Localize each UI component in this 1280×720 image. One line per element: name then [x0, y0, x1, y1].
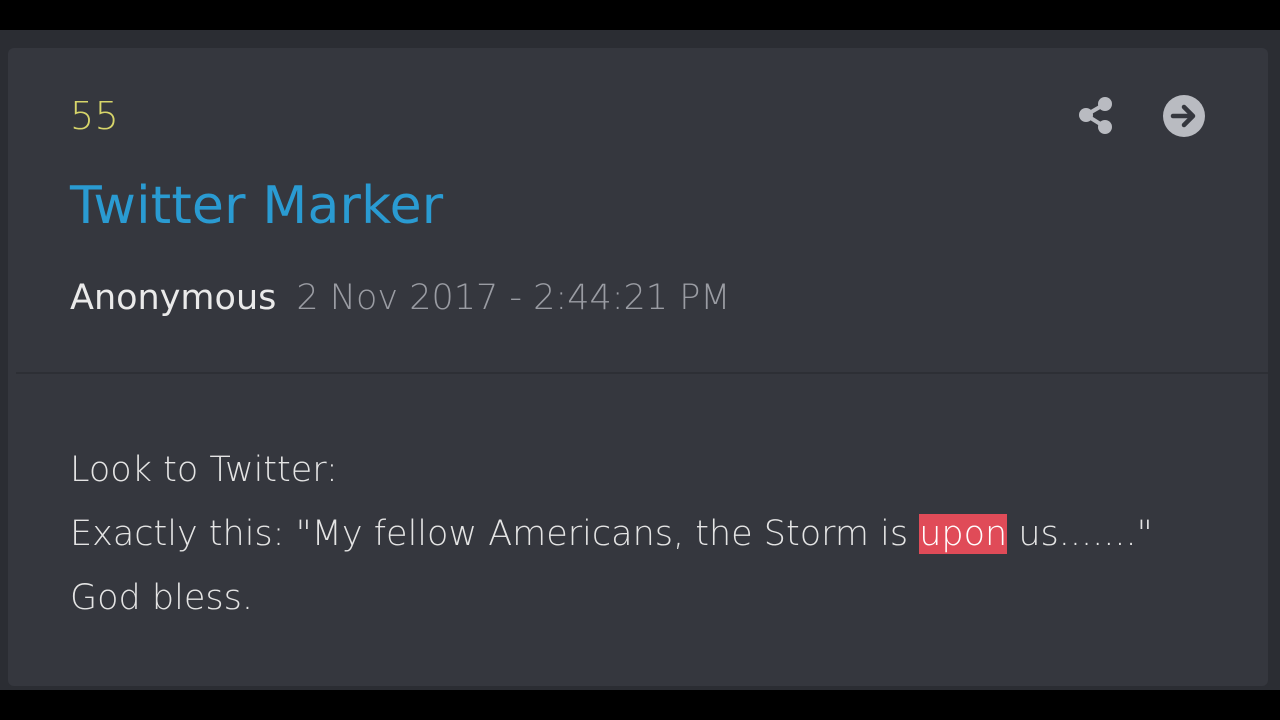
body-text-segment: us......." — [1007, 514, 1153, 554]
post-author: Anonymous — [70, 278, 277, 318]
body-line: God bless. — [70, 578, 253, 618]
share-button[interactable] — [1072, 92, 1120, 140]
post-timestamp: 2 Nov 2017 - 2:44:21 PM — [296, 278, 731, 318]
body-line: Exactly this: "My fellow Americans, the … — [70, 502, 1153, 566]
search-highlight: upon — [919, 514, 1008, 554]
screen: 55 Twitter Marker Anonymous 2 Nov 2017 - … — [0, 0, 1280, 720]
body-line: Look to Twitter: — [70, 450, 338, 490]
share-icon — [1079, 97, 1112, 134]
arrow-right-circle-icon — [1163, 95, 1205, 137]
open-post-button[interactable] — [1160, 92, 1208, 140]
post-title[interactable]: Twitter Marker — [70, 176, 443, 236]
divider — [16, 372, 1268, 374]
post-meta: Anonymous 2 Nov 2017 - 2:44:21 PM — [70, 278, 731, 318]
post-number: 55 — [70, 94, 120, 138]
post-card: 55 Twitter Marker Anonymous 2 Nov 2017 - … — [8, 48, 1268, 686]
post-body: Look to Twitter: Exactly this: "My fello… — [70, 438, 1153, 630]
body-text-segment: Exactly this: "My fellow Americans, the … — [70, 514, 920, 554]
